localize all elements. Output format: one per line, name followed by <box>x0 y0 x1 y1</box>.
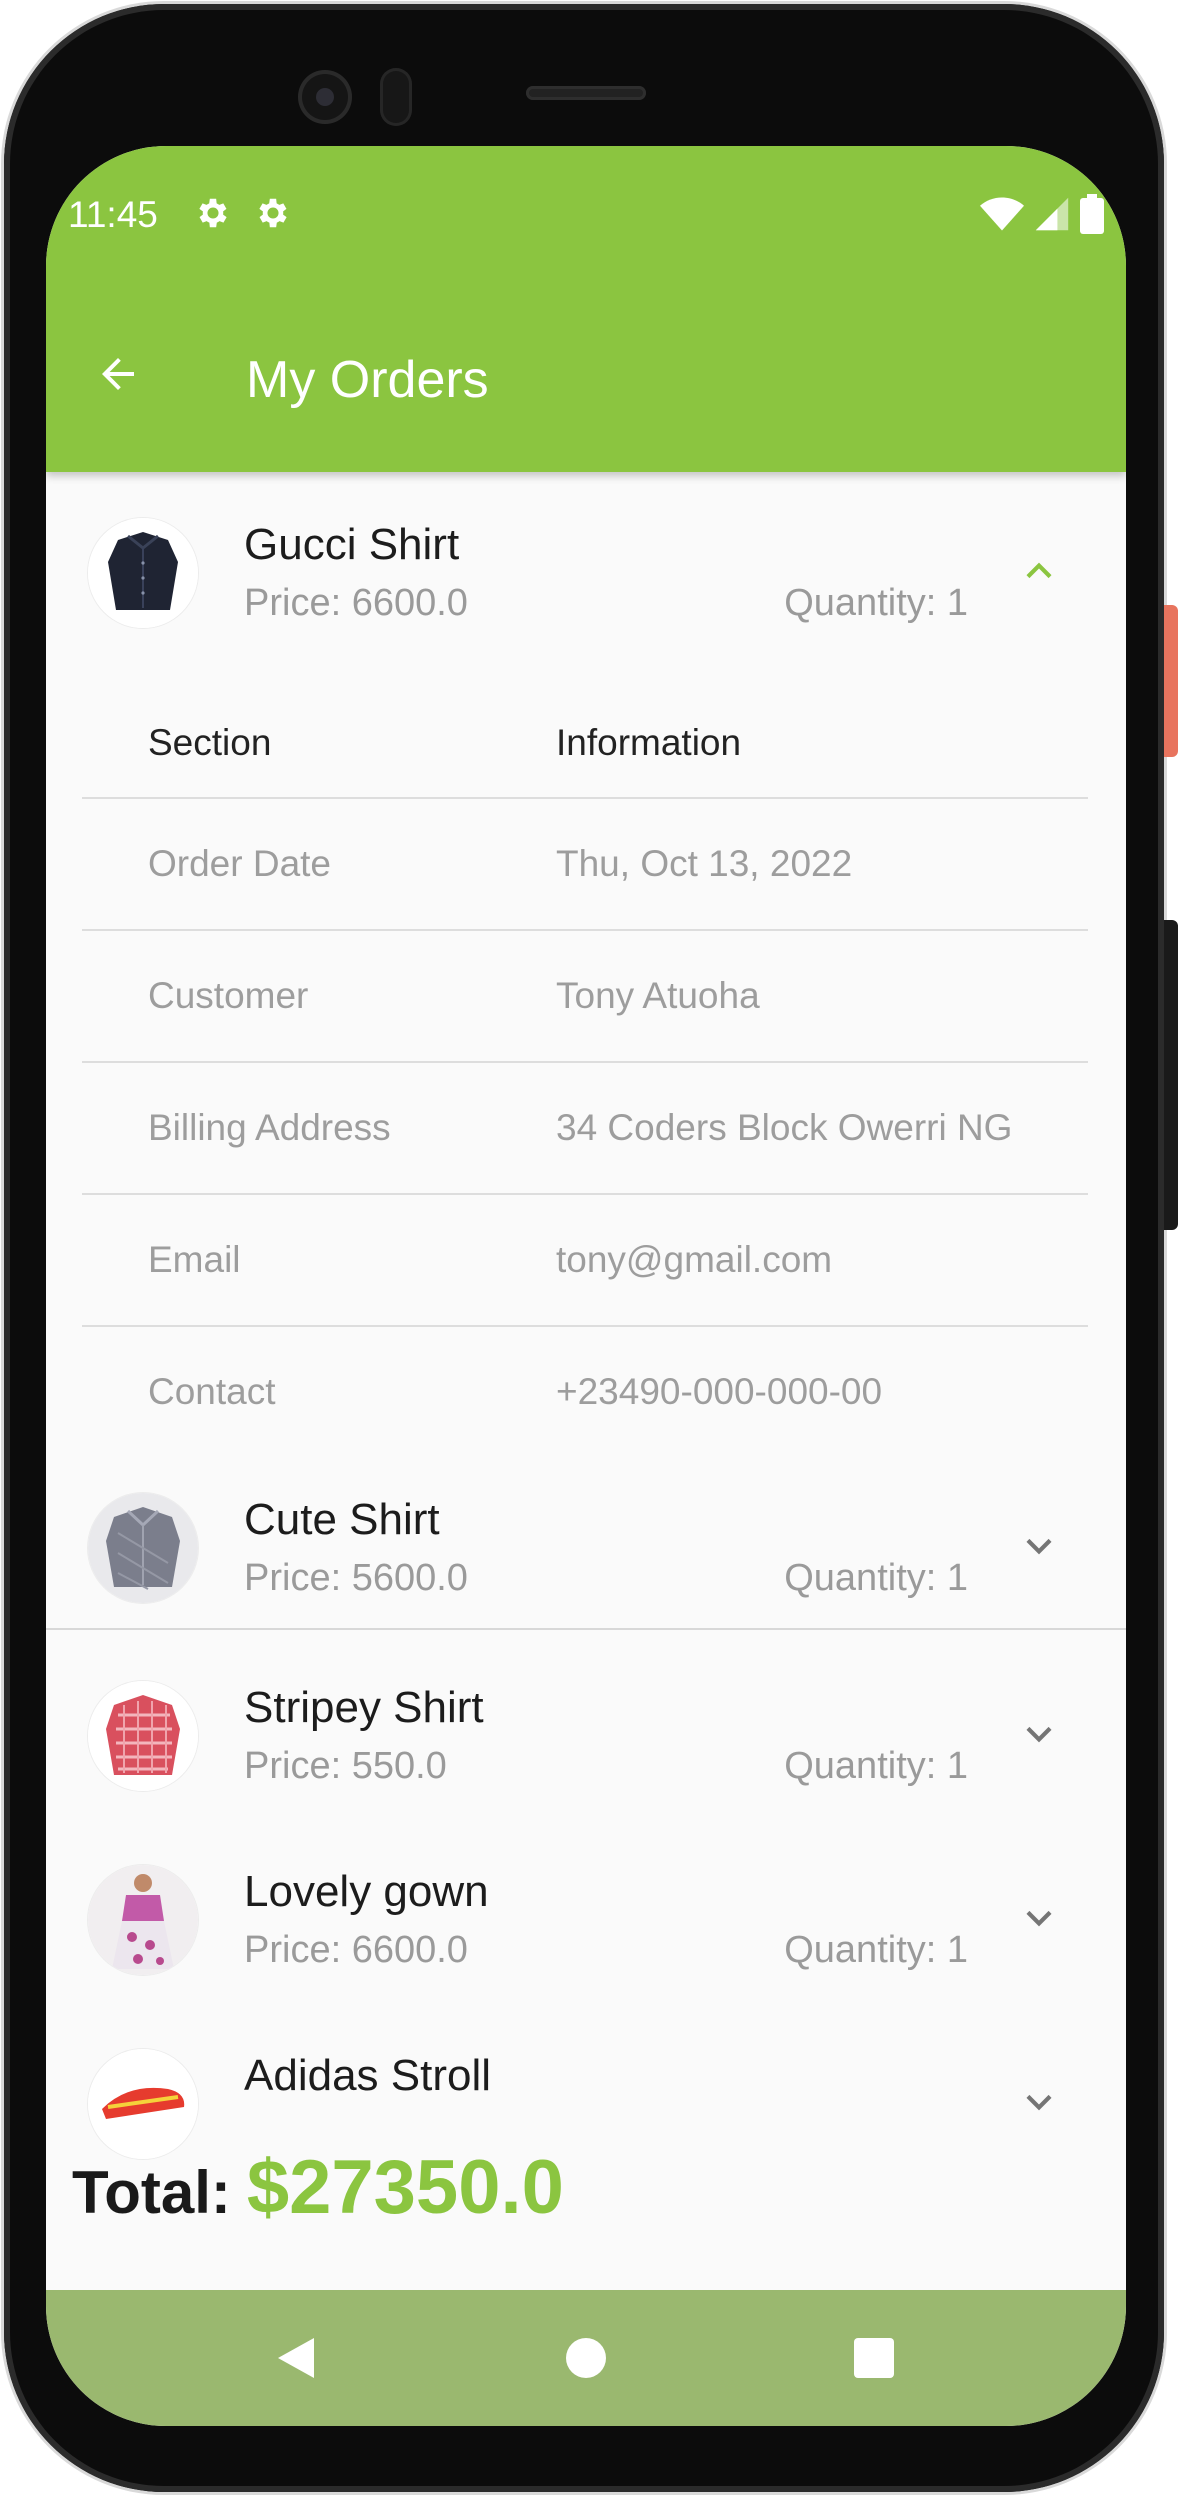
nav-recents-icon <box>854 2338 894 2378</box>
system-nav-bar <box>46 2290 1126 2426</box>
signal-icon <box>1035 197 1069 231</box>
battery-icon <box>1080 194 1104 234</box>
order-name: Cute Shirt <box>244 1495 440 1544</box>
row-divider <box>82 1193 1088 1195</box>
front-camera <box>298 70 352 124</box>
table-row: Email tony@gmail.com <box>46 1193 1126 1325</box>
table-row: Contact +23490-000-000-00 <box>46 1325 1126 1457</box>
row-section: Contact <box>148 1371 276 1412</box>
row-section: Order Date <box>148 843 332 884</box>
app-bar: 11:45 My Orders <box>46 146 1126 472</box>
chevron-down-icon[interactable] <box>1014 1893 1064 1943</box>
chevron-down-icon[interactable] <box>1014 1521 1064 1571</box>
column-header-section: Section <box>148 722 272 763</box>
row-divider <box>82 797 1088 799</box>
row-divider <box>82 1325 1088 1327</box>
order-name: Lovely gown <box>244 1867 489 1916</box>
nav-back-button[interactable] <box>268 2330 324 2386</box>
order-name: Gucci Shirt <box>244 520 460 569</box>
order-item[interactable]: Lovely gown Price: 6600.0 Quantity: 1 <box>46 1827 1126 2027</box>
order-price: Price: 6600.0 <box>244 582 468 624</box>
row-divider <box>82 1061 1088 1063</box>
order-quantity: Quantity: 1 <box>784 1557 968 1599</box>
order-item[interactable]: Gucci Shirt Price: 6600.0 Quantity: 1 <box>46 472 1126 672</box>
status-time: 11:45 <box>68 194 158 235</box>
orders-list[interactable]: Gucci Shirt Price: 6600.0 Quantity: 1 Se… <box>46 472 1126 2159</box>
table-row: Billing Address 34 Coders Block Owerri N… <box>46 1061 1126 1193</box>
column-header-information: Information <box>556 722 742 763</box>
back-arrow-icon <box>102 358 134 390</box>
chevron-up-icon[interactable] <box>1014 546 1064 596</box>
order-price: Price: 550.0 <box>244 1745 447 1787</box>
order-price: Price: 6600.0 <box>244 1929 468 1971</box>
nav-home-icon <box>566 2338 606 2378</box>
settings-icon <box>199 198 227 228</box>
row-information: Tony Atuoha <box>556 975 760 1016</box>
status-icons <box>980 194 1104 234</box>
product-image <box>88 1681 198 1791</box>
table-row: Order Date Thu, Oct 13, 2022 <box>46 797 1126 929</box>
row-section: Billing Address <box>148 1107 391 1148</box>
order-total: Total: $27350.0 <box>72 2144 564 2231</box>
row-section: Email <box>148 1239 241 1280</box>
settings-icon <box>259 198 287 228</box>
row-section: Customer <box>148 975 309 1016</box>
back-button[interactable] <box>86 342 150 406</box>
order-item[interactable]: Cute Shirt Price: 5600.0 Quantity: 1 <box>46 1447 1126 1651</box>
chevron-down-icon[interactable] <box>1014 2077 1064 2127</box>
total-label: Total: <box>72 2159 231 2226</box>
power-button <box>1164 605 1178 757</box>
page-title: My Orders <box>246 351 489 409</box>
order-quantity: Quantity: 1 <box>784 1745 968 1787</box>
volume-button <box>1164 920 1178 1230</box>
product-image <box>88 1865 198 1975</box>
product-image <box>88 518 198 628</box>
order-quantity: Quantity: 1 <box>784 582 968 624</box>
table-row: Customer Tony Atuoha <box>46 929 1126 1061</box>
order-name: Adidas Stroll <box>244 2051 492 2100</box>
row-information: +23490-000-000-00 <box>556 1371 883 1412</box>
order-details-table: Section Information Order Date Thu, Oct … <box>46 672 1126 1447</box>
order-item[interactable]: Stripey Shirt Price: 550.0 Quantity: 1 <box>46 1643 1126 1843</box>
total-value: $27350.0 <box>246 2145 564 2230</box>
row-information: tony@gmail.com <box>556 1239 833 1280</box>
nav-back-icon <box>278 2338 314 2378</box>
earpiece-speaker <box>526 86 646 100</box>
phone-frame: 11:45 My Orders Gucci Shirt Price: 6600.… <box>0 0 1178 2498</box>
row-divider <box>82 929 1088 931</box>
row-information: Thu, Oct 13, 2022 <box>556 843 853 884</box>
proximity-sensor <box>380 68 412 126</box>
product-image <box>88 1493 198 1603</box>
wifi-icon <box>980 197 1024 231</box>
order-price: Price: 5600.0 <box>244 1557 468 1599</box>
nav-recents-button[interactable] <box>846 2330 902 2386</box>
chevron-down-icon[interactable] <box>1014 1709 1064 1759</box>
row-information: 34 Coders Block Owerri NG <box>556 1107 1013 1148</box>
order-quantity: Quantity: 1 <box>784 1929 968 1971</box>
table-header: Section Information <box>46 672 1126 797</box>
nav-home-button[interactable] <box>558 2330 614 2386</box>
order-name: Stripey Shirt <box>244 1683 484 1732</box>
product-image <box>88 2049 198 2159</box>
screen: 11:45 My Orders Gucci Shirt Price: 6600.… <box>46 146 1126 2426</box>
